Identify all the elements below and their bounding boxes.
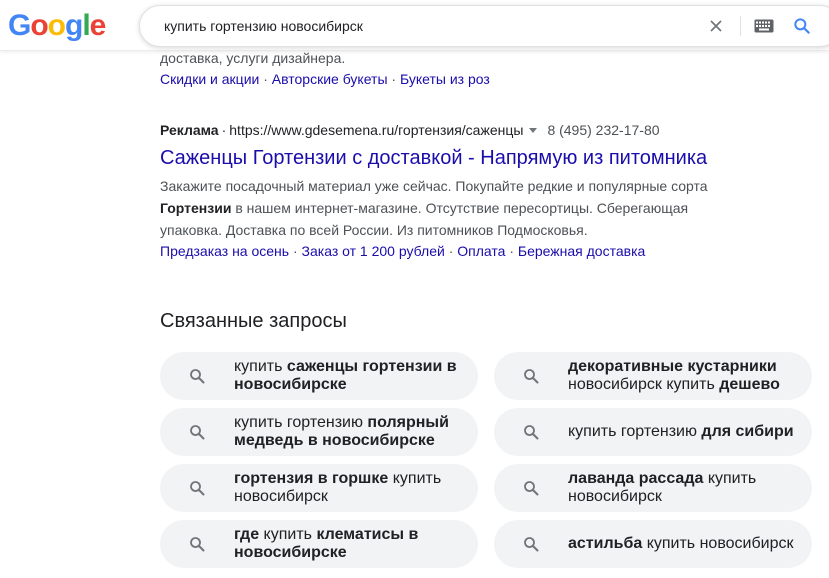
related-search-text: астильба купить новосибирск	[568, 535, 793, 553]
sitelink[interactable]: Букеты из роз	[400, 71, 490, 87]
related-search-term: купить	[259, 526, 317, 543]
logo-letter: e	[89, 9, 107, 42]
close-icon[interactable]	[706, 16, 726, 36]
previous-result-snippet: доставка, услуги дизайнера.	[160, 50, 346, 66]
sitelink[interactable]: Оплата	[457, 243, 505, 259]
google-logo[interactable]: Google	[8, 9, 107, 42]
ad-desc-text: в нашем интернет-магазине. Отсутствие пе…	[160, 200, 689, 238]
search-icon	[524, 537, 539, 552]
search-divider	[740, 16, 741, 36]
logo-letter: o	[47, 9, 66, 42]
ad-phone[interactable]: 8 (495) 232-17-80	[547, 122, 659, 138]
related-search-term: купить гортензию	[568, 423, 702, 440]
related-search-chip[interactable]: гортензия в горшке купить новосибирск	[160, 464, 478, 512]
related-search-bold-term: для сибири	[701, 423, 794, 440]
logo-letter: o	[30, 9, 48, 42]
related-search-bold-term: декоративные кустарники	[568, 358, 777, 375]
related-search-text: купить саженцы гортензии в новосибирске	[234, 358, 464, 394]
dropdown-caret-icon[interactable]	[529, 127, 538, 133]
related-search-chip[interactable]: лаванда рассада купить новосибирск	[494, 464, 812, 512]
related-search-bold-term: лаванда рассада	[568, 470, 704, 487]
related-search-text: где купить клематисы в новосибирске	[234, 526, 464, 562]
related-search-text: декоративные кустарники новосибирск купи…	[568, 358, 798, 394]
separator: ·	[444, 243, 458, 259]
ad-desc-bold: Гортензии	[160, 200, 232, 216]
search-icon	[190, 481, 205, 496]
related-search-chip[interactable]: астильба купить новосибирск	[494, 520, 812, 568]
search-icon	[190, 369, 205, 384]
header: Google	[0, 0, 829, 51]
related-search-bold-term: где	[234, 526, 260, 543]
related-search-chip[interactable]: купить саженцы гортензии в новосибирске	[160, 352, 478, 400]
logo-letter: g	[65, 9, 83, 42]
related-search-term: новосибирск купить	[568, 376, 720, 393]
logo-letter: G	[8, 9, 31, 42]
related-search-bold-term: гортензия в горшке	[234, 470, 389, 487]
keyboard-icon[interactable]	[754, 19, 774, 33]
separator: ·	[387, 71, 400, 87]
related-search-term: купить новосибирск	[642, 535, 794, 552]
separator: ·	[221, 122, 227, 138]
sitelink[interactable]: Предзаказ на осень	[160, 243, 289, 259]
separator: ·	[505, 243, 518, 259]
search-icon	[190, 537, 205, 552]
ad-label: Реклама	[160, 122, 219, 138]
separator: ·	[259, 71, 272, 87]
related-search-term: купить гортензию	[234, 414, 368, 431]
separator: ·	[289, 243, 302, 259]
related-search-text: купить гортензию полярный медведь в ново…	[234, 414, 464, 450]
ad-title-link[interactable]: Саженцы Гортензии с доставкой - Напрямую…	[160, 145, 707, 171]
search-icon	[190, 425, 205, 440]
ad-url[interactable]: https://www.gdesemena.ru/гортензия/сажен…	[229, 122, 523, 138]
sitelink[interactable]: Заказ от 1 200 рублей	[302, 243, 445, 259]
search-box	[139, 5, 829, 47]
related-search-chip[interactable]: декоративные кустарники новосибирск купи…	[494, 352, 812, 400]
related-search-term: купить	[234, 358, 287, 375]
ad-sitelinks: Предзаказ на осень · Заказ от 1 200 рубл…	[160, 242, 645, 260]
related-searches-title: Связанные запросы	[160, 310, 347, 332]
ad-description: Закажите посадочный материал уже сейчас.…	[160, 175, 720, 241]
previous-result-sitelinks: Скидки и акции · Авторские букеты · Буке…	[160, 70, 490, 88]
search-icon	[524, 481, 539, 496]
logo-letter: l	[82, 9, 90, 42]
ad-header: Реклама · https://www.gdesemena.ru/гортенз…	[160, 121, 660, 139]
search-icon	[524, 369, 539, 384]
related-search-bold-term: дешево	[719, 376, 780, 393]
related-search-chip[interactable]: купить гортензию для сибири	[494, 408, 812, 456]
sitelink[interactable]: Авторские букеты	[272, 71, 388, 87]
related-search-chip[interactable]: купить гортензию полярный медведь в ново…	[160, 408, 478, 456]
related-search-chip[interactable]: где купить клематисы в новосибирске	[160, 520, 478, 568]
sitelink[interactable]: Бережная доставка	[518, 243, 645, 259]
related-search-text: лаванда рассада купить новосибирск	[568, 470, 798, 506]
ad-desc-text: Закажите посадочный материал уже сейчас.…	[160, 178, 708, 194]
related-search-bold-term: астильба	[568, 535, 643, 552]
search-icon[interactable]	[792, 16, 812, 36]
related-search-text: гортензия в горшке купить новосибирск	[234, 470, 464, 506]
search-input[interactable]	[162, 15, 686, 37]
related-search-text: купить гортензию для сибири	[568, 423, 794, 441]
search-icon	[524, 425, 539, 440]
sitelink[interactable]: Скидки и акции	[160, 71, 259, 87]
